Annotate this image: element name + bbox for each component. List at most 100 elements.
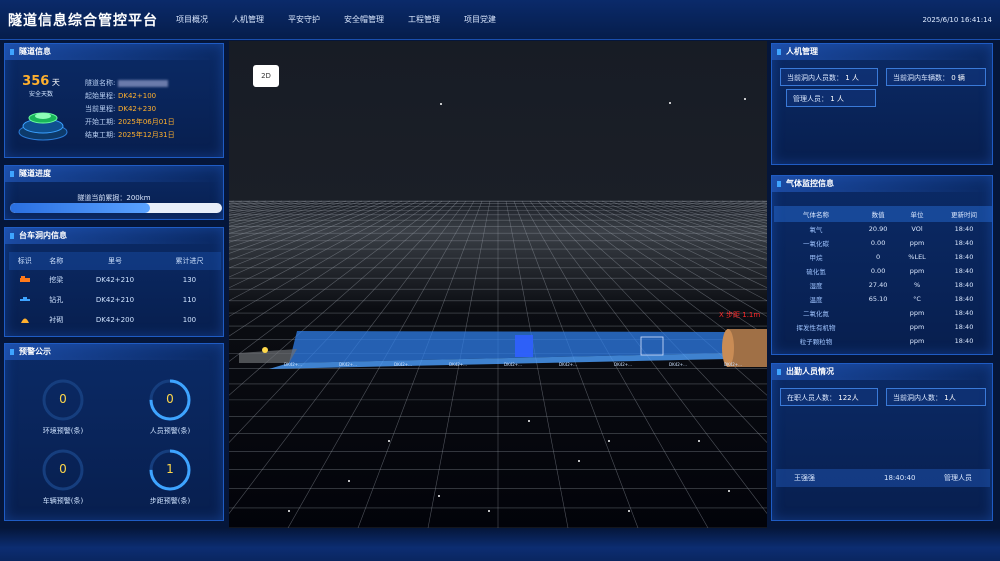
mileage-tick-label: DK42+... <box>339 362 357 367</box>
gauge-value: 0 <box>59 462 67 476</box>
nav-item-party[interactable]: 项目党建 <box>464 14 496 25</box>
redacted-value <box>118 79 168 87</box>
gauge-vehicle[interactable]: 0 车辆预警(条) <box>18 448 108 506</box>
gauge-value: 0 <box>59 392 67 406</box>
warning-panel: 预警公示 0 环境预警(条) 0 人员预警(条) 0 车辆预警(条) 1 步距预… <box>4 343 224 521</box>
mileage-tick-label: DK42+... <box>449 362 467 367</box>
mileage-tick-label: DK42+... <box>394 362 412 367</box>
gauge-personnel[interactable]: 0 人员预警(条) <box>125 378 215 436</box>
safety-days-value: 356 <box>22 74 50 89</box>
panel-title: 出勤人员情况 <box>772 364 992 380</box>
column-header: 标识 <box>9 252 41 270</box>
manager-stat: 管理人员： 1 人 <box>786 89 876 107</box>
lining-trolley-icon <box>20 318 29 323</box>
table-row[interactable]: 氧气 20.90 VOl 18:40 <box>774 222 992 236</box>
info-row-start-date: 开始工期: 2025年06月01日 <box>85 118 175 126</box>
inside-vehicle-stat: 当前洞内车辆数： 0 辆 <box>886 68 986 86</box>
mileage-tick-label: DK42+... <box>669 362 687 367</box>
table-row[interactable]: 挥发性有机物 ppm 18:40 <box>774 320 992 334</box>
panel-title: 台车洞内信息 <box>5 228 223 244</box>
attendance-panel: 出勤人员情况 在职人员人数： 122人 当前洞内人数： 1人 王强强 18:40… <box>771 363 993 521</box>
gauge-label: 步距预警(条) <box>149 497 191 505</box>
excavator-icon <box>19 275 30 282</box>
gauge-label: 环境预警(条) <box>42 427 84 435</box>
table-row[interactable]: 衬砌 DK42+200 100 <box>9 310 221 330</box>
staff-name: 王强强 <box>794 474 815 482</box>
nav-item-helmet[interactable]: 安全帽管理 <box>344 14 384 25</box>
column-header: 累计进尺 <box>157 252 221 270</box>
gauge-step[interactable]: 1 步距预警(条) <box>125 448 215 506</box>
tunnel-info-list: 隧道名称: 起始里程: DK42+100 当前里程: DK42+230 开始工期: 2… <box>85 77 175 142</box>
table-row[interactable]: 甲烷 0 %LEL 18:40 <box>774 250 992 264</box>
info-row-start-mile: 起始里程: DK42+100 <box>85 92 157 100</box>
main-nav: 项目概况 人机管理 平安守护 安全帽管理 工程管理 项目党建 <box>176 14 520 25</box>
inside-people-stat: 当前洞内人员数： 1 人 <box>780 68 878 86</box>
tunnel-progress-panel: 隧道进度 隧道当前累掘：200km <box>4 165 224 220</box>
gas-monitor-panel: 气体监控信息 气体名称 数值 单位 更新时间 氧气 20.90 VOl 18:40 一氧… <box>771 175 993 355</box>
mileage-tick-label: DK42+... <box>559 362 577 367</box>
gauge-label: 车辆预警(条) <box>42 497 84 505</box>
scene-canvas: X 步距 1.1m DK42+... DK42+... DK42+... DK42+.… <box>229 41 767 528</box>
table-row[interactable]: 一氧化碳 0.00 ppm 18:40 <box>774 236 992 250</box>
column-header: 气体名称 <box>774 206 859 222</box>
progress-fill <box>10 203 150 213</box>
vehicle-table: 标识 名称 里号 累计进尺 挖梁 DK42+210 130 钻孔 DK42+21… <box>9 252 221 330</box>
column-header: 单位 <box>898 206 936 222</box>
top-bar: 隧道信息综合管控平台 项目概况 人机管理 平安守护 安全帽管理 工程管理 项目党… <box>0 0 1000 40</box>
info-row-current-mile: 当前里程: DK42+230 <box>85 105 157 113</box>
safety-days-label: 安全天数 <box>28 91 53 98</box>
info-row-end-date: 结束工期: 2025年12月31日 <box>85 131 175 139</box>
toggle-2d-button[interactable]: 2D <box>253 65 279 87</box>
safety-days: 356 天 安全天数 <box>15 74 67 98</box>
list-item[interactable]: 王强强 18:40:40 管理人员 <box>776 469 990 487</box>
personnel-panel: 人机管理 当前洞内人员数： 1 人 当前洞内车辆数： 0 辆 管理人员： 1 人 <box>771 43 993 165</box>
progress-bar <box>10 203 222 213</box>
mileage-tick-label: DK42+... <box>504 362 522 367</box>
nav-item-personnel[interactable]: 人机管理 <box>232 14 264 25</box>
table-row[interactable]: 挖梁 DK42+210 130 <box>9 270 221 290</box>
gauge-value: 0 <box>166 392 174 406</box>
table-row[interactable]: 温度 65.10 °C 18:40 <box>774 292 992 306</box>
staff-time: 18:40:40 <box>884 474 916 482</box>
trolley-marker <box>515 335 533 357</box>
info-row-name: 隧道名称: <box>85 77 175 90</box>
inside-staff-stat: 当前洞内人数： 1人 <box>886 388 986 406</box>
safety-days-unit: 天 <box>51 78 60 87</box>
panel-title: 人机管理 <box>772 44 992 60</box>
column-header: 名称 <box>40 252 73 270</box>
footer-glow <box>0 528 1000 561</box>
staff-role: 管理人员 <box>944 474 972 482</box>
vehicle-panel: 台车洞内信息 标识 名称 里号 累计进尺 挖梁 DK42+210 130 钻孔 … <box>4 227 224 337</box>
clock: 2025/6/10 16:41:14 <box>922 16 992 24</box>
table-row[interactable]: 二氧化氮 ppm 18:40 <box>774 306 992 320</box>
panel-title: 隧道进度 <box>5 166 223 182</box>
table-row[interactable]: 钻孔 DK42+210 110 <box>9 290 221 310</box>
app-title: 隧道信息综合管控平台 <box>8 13 158 29</box>
panel-title: 预警公示 <box>5 344 223 360</box>
gauge-value: 1 <box>166 462 174 476</box>
nav-item-engineering[interactable]: 工程管理 <box>408 14 440 25</box>
table-row[interactable]: 硫化氢 0.00 ppm 18:40 <box>774 264 992 278</box>
pedestal-icon <box>18 112 68 141</box>
mileage-tick-label: DK42+... <box>284 362 302 367</box>
nav-item-overview[interactable]: 项目概况 <box>176 14 208 25</box>
column-header: 里号 <box>72 252 158 270</box>
gas-table: 气体名称 数值 单位 更新时间 氧气 20.90 VOl 18:40 一氧化碳 0.00 p… <box>774 206 992 348</box>
nav-item-safety[interactable]: 平安守护 <box>288 14 320 25</box>
mileage-tick-label: DK42+... <box>724 362 742 367</box>
step-distance-label: X 步距 1.1m <box>719 311 760 319</box>
total-staff-stat: 在职人员人数： 122人 <box>780 388 878 406</box>
mileage-ticks: DK42+... DK42+... DK42+... DK42+... DK42+...… <box>284 362 742 367</box>
table-row[interactable]: 湿度 27.40% 18:40 <box>774 278 992 292</box>
gauge-environment[interactable]: 0 环境预警(条) <box>18 378 108 436</box>
table-header-row: 标识 名称 里号 累计进尺 <box>9 252 221 270</box>
column-header: 更新时间 <box>935 206 992 222</box>
tunnel-3d-view[interactable]: X 步距 1.1m DK42+... DK42+... DK42+... DK42+.… <box>229 41 767 528</box>
drill-truck-icon <box>19 296 30 301</box>
panel-title: 隧道信息 <box>5 44 223 60</box>
mileage-tick-label: DK42+... <box>614 362 632 367</box>
column-header: 数值 <box>858 206 899 222</box>
gauge-label: 人员预警(条) <box>149 427 191 435</box>
panel-title: 气体监控信息 <box>772 176 992 192</box>
table-row[interactable]: 粒子颗粒物 ppm 18:40 <box>774 334 992 348</box>
